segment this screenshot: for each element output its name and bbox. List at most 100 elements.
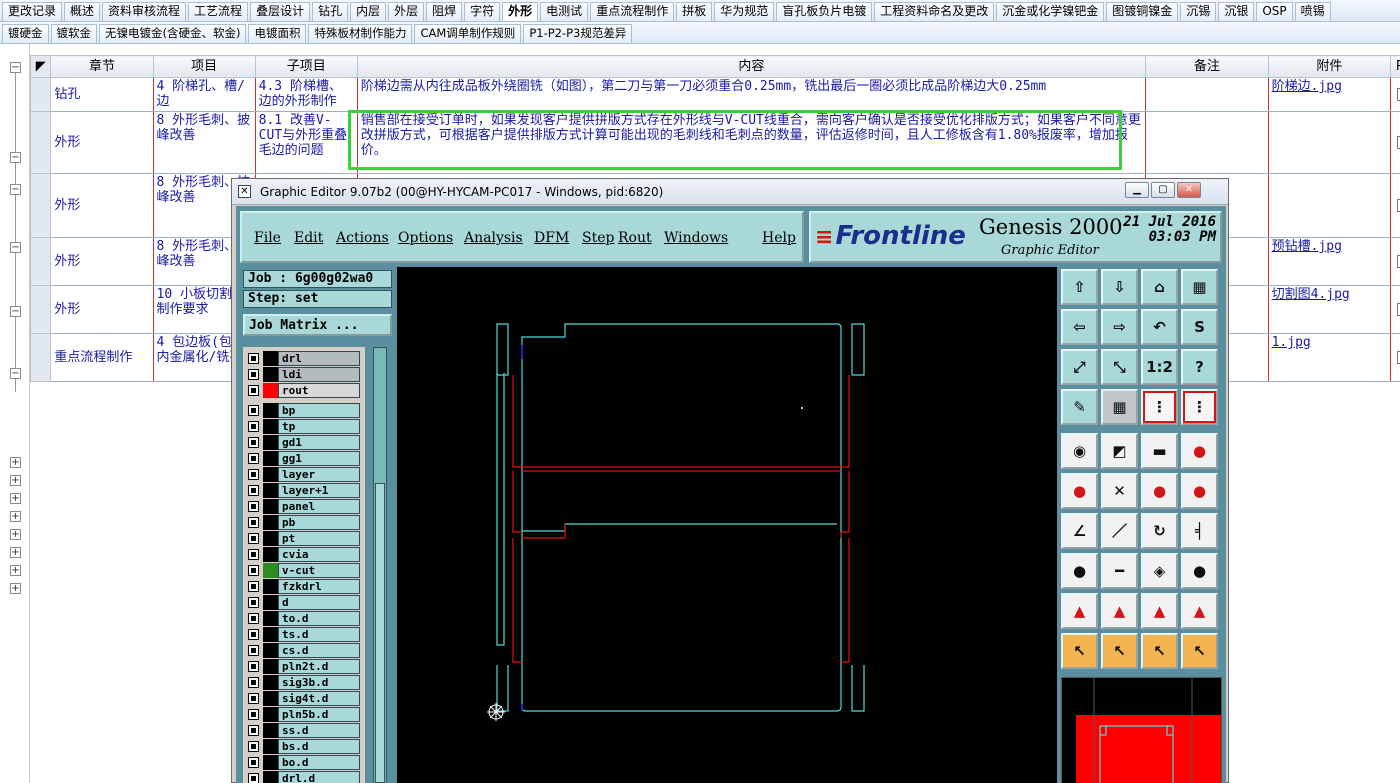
tab[interactable]: 拼板 bbox=[676, 2, 713, 21]
tab[interactable]: 镀软金 bbox=[50, 24, 97, 43]
line-icon[interactable]: ● bbox=[1141, 473, 1178, 509]
layer-color-swatch[interactable] bbox=[263, 499, 278, 514]
tab[interactable]: 沉金或化学镍钯金 bbox=[996, 2, 1105, 21]
column-header[interactable]: 章节 bbox=[50, 55, 154, 78]
line2-icon[interactable]: ／ bbox=[1101, 513, 1138, 549]
layer-checkbox[interactable] bbox=[248, 405, 259, 416]
layer-row[interactable]: bp bbox=[243, 403, 365, 418]
layer-row[interactable]: ss.d bbox=[243, 723, 365, 738]
layer-color-swatch[interactable] bbox=[263, 419, 278, 434]
column-header[interactable]: 附件 bbox=[1267, 55, 1392, 78]
tab[interactable]: 电镀面积 bbox=[248, 24, 307, 43]
layer-row[interactable]: drl.d bbox=[243, 771, 365, 783]
expand-icon[interactable]: + bbox=[10, 457, 21, 468]
column-header[interactable]: P1 bbox=[1390, 55, 1400, 78]
layer-name[interactable]: fzkdrl bbox=[278, 579, 360, 594]
job-matrix-button[interactable]: Job Matrix ... bbox=[243, 314, 392, 336]
menu-rout[interactable]: Rout bbox=[618, 230, 652, 246]
layer-name[interactable]: ts.d bbox=[278, 627, 360, 642]
copy-icon[interactable]: ◩ bbox=[1101, 433, 1138, 469]
layer-color-swatch[interactable] bbox=[263, 771, 278, 783]
layer-color-swatch[interactable] bbox=[263, 383, 278, 398]
layer-color-swatch[interactable] bbox=[263, 403, 278, 418]
layer-row[interactable]: layer bbox=[243, 467, 365, 482]
minus-icon[interactable]: ━ bbox=[1101, 553, 1138, 589]
tab[interactable]: 华为规范 bbox=[714, 2, 775, 21]
layer-b-icon[interactable]: ⋮ bbox=[1181, 389, 1218, 425]
menu-analysis[interactable]: Analysis bbox=[464, 230, 523, 246]
tab[interactable]: 盲孔板负片电镀 bbox=[776, 2, 873, 21]
row-header[interactable] bbox=[29, 237, 52, 286]
layer-row[interactable]: pb bbox=[243, 515, 365, 530]
layer-name[interactable]: pt bbox=[278, 531, 360, 546]
tab[interactable]: 资料审核流程 bbox=[102, 2, 187, 21]
layer-checkbox[interactable] bbox=[248, 353, 259, 364]
layer-name[interactable]: ldi bbox=[278, 367, 360, 382]
minimize-button[interactable]: ▁ bbox=[1125, 182, 1149, 198]
tab[interactable]: 沉锡 bbox=[1180, 2, 1217, 21]
layer-row[interactable]: tp bbox=[243, 419, 365, 434]
menu-options[interactable]: Options bbox=[398, 230, 453, 246]
layer-name[interactable]: pln2t.d bbox=[278, 659, 360, 674]
layer-name[interactable]: sig4t.d bbox=[278, 691, 360, 706]
layer-name[interactable]: gd1 bbox=[278, 435, 360, 450]
layer-checkbox[interactable] bbox=[248, 565, 259, 576]
expand-icon[interactable]: + bbox=[10, 475, 21, 486]
attachment-link[interactable] bbox=[1267, 173, 1392, 238]
menu-dfm[interactable]: DFM bbox=[534, 230, 569, 246]
expand-icon[interactable]: + bbox=[10, 493, 21, 504]
layer-row[interactable]: gd1 bbox=[243, 435, 365, 450]
expand-icon[interactable]: + bbox=[10, 529, 21, 540]
tab[interactable]: 重点流程制作 bbox=[590, 2, 675, 21]
zoom-fit-icon[interactable]: ⤢ bbox=[1061, 349, 1098, 385]
attachment-link[interactable] bbox=[1267, 111, 1392, 174]
pointer-a-icon[interactable]: ↖ bbox=[1061, 633, 1098, 669]
help-icon[interactable]: ? bbox=[1181, 349, 1218, 385]
home-icon[interactable]: ⌂ bbox=[1141, 269, 1178, 305]
snap-up-icon[interactable]: ⇧ bbox=[1061, 269, 1098, 305]
layer-row[interactable]: layer+1 bbox=[243, 483, 365, 498]
layer-row[interactable]: to.d bbox=[243, 611, 365, 626]
measure-icon[interactable]: ● bbox=[1061, 553, 1098, 589]
menu-file[interactable]: File bbox=[254, 230, 281, 246]
layer-color-swatch[interactable] bbox=[263, 531, 278, 546]
tab[interactable]: 工艺流程 bbox=[188, 2, 249, 21]
zoom-ratio-icon[interactable]: 1:2 bbox=[1141, 349, 1178, 385]
layer-checkbox[interactable] bbox=[248, 677, 259, 688]
attachment-link[interactable]: 1.jpg bbox=[1267, 333, 1392, 382]
column-header[interactable]: 项目 bbox=[152, 55, 256, 78]
layer-checkbox[interactable] bbox=[248, 501, 259, 512]
attachment-link-text[interactable]: 1.jpg bbox=[1272, 335, 1311, 350]
layer-checkbox[interactable] bbox=[248, 469, 259, 480]
tab[interactable]: 沉银 bbox=[1218, 2, 1255, 21]
tab[interactable]: 叠层设计 bbox=[250, 2, 311, 21]
tab[interactable]: 电测试 bbox=[540, 2, 589, 21]
tab[interactable]: 字符 bbox=[464, 2, 501, 21]
layer-row[interactable]: bo.d bbox=[243, 755, 365, 770]
layer-checkbox[interactable] bbox=[248, 709, 259, 720]
expand-icon[interactable]: + bbox=[10, 511, 21, 522]
resize-icon[interactable]: ◈ bbox=[1141, 553, 1178, 589]
layer-row[interactable]: v-cut bbox=[243, 563, 365, 578]
undo-icon[interactable]: ↶ bbox=[1141, 309, 1178, 345]
layer-checkbox[interactable] bbox=[248, 453, 259, 464]
p1-checkbox[interactable]: ☑ bbox=[1390, 173, 1400, 238]
tab[interactable]: 无镍电镀金(含硬金、软金) bbox=[99, 24, 247, 43]
layer-name[interactable]: v-cut bbox=[278, 563, 360, 578]
collapse-icon[interactable]: − bbox=[10, 152, 21, 163]
layer-row[interactable]: pln2t.d bbox=[243, 659, 365, 674]
select-icon[interactable]: ◉ bbox=[1061, 433, 1098, 469]
tab[interactable]: 更改记录 bbox=[2, 2, 63, 21]
connect-icon[interactable]: ● bbox=[1061, 473, 1098, 509]
triangle-c-icon[interactable]: ▲ bbox=[1141, 593, 1178, 629]
layer-checkbox[interactable] bbox=[248, 773, 259, 783]
layer-row[interactable]: pln5b.d bbox=[243, 707, 365, 722]
layer-name[interactable]: panel bbox=[278, 499, 360, 514]
prev-icon[interactable]: ⇦ bbox=[1061, 309, 1098, 345]
tab[interactable]: 内层 bbox=[350, 2, 387, 21]
layer-color-swatch[interactable] bbox=[263, 627, 278, 642]
tab[interactable]: P1-P2-P3规范差异 bbox=[523, 24, 633, 43]
p1-checkbox[interactable]: ☐ bbox=[1390, 333, 1400, 382]
tab[interactable]: OSP bbox=[1256, 2, 1293, 21]
layer-color-swatch[interactable] bbox=[263, 707, 278, 722]
